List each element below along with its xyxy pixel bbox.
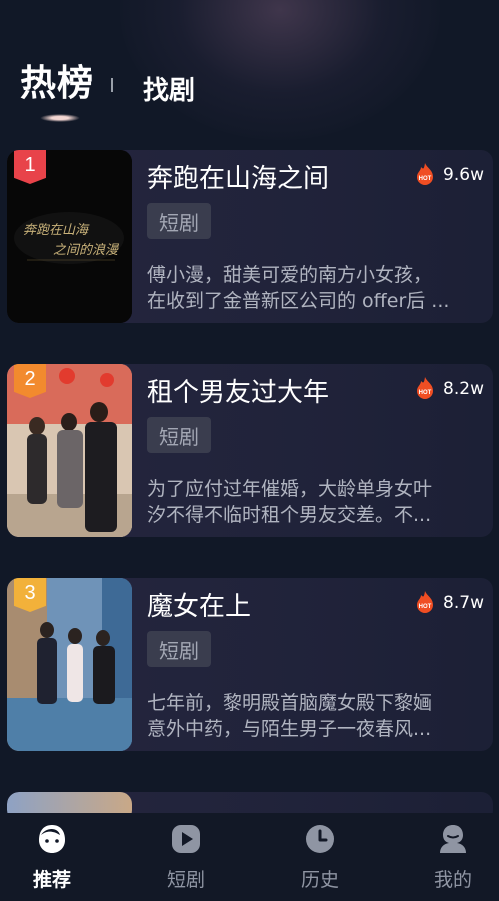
view-count: 9.6w xyxy=(443,165,484,185)
nav-label: 推荐 xyxy=(32,869,71,891)
hot-label: HOT xyxy=(419,176,432,182)
profile-icon xyxy=(440,825,466,853)
drama-description: 为了应付过年催婚，大龄单身女叶 汐不得不临时租个男友交差。不... xyxy=(147,476,479,528)
nav-label: 短剧 xyxy=(166,869,205,891)
poster-title-line2: 之间的浪漫 xyxy=(53,242,120,258)
rank-badge: 1 xyxy=(14,150,46,184)
hot-indicator: HOT 8.2w xyxy=(413,376,484,402)
list-item[interactable]: 3 魔女在上 HOT 8.7w 短剧 七年前，黎明殿首脑魔女殿下黎婳 意外中药，… xyxy=(7,578,493,751)
description-line: 七年前，黎明殿首脑魔女殿下黎婳 xyxy=(147,692,433,714)
description-line: 傅小漫，甜美可爱的南方小女孩， xyxy=(147,264,433,286)
rank-badge: 2 xyxy=(14,364,46,398)
home-face-icon xyxy=(39,825,65,853)
clock-icon xyxy=(306,825,334,853)
drama-description: 傅小漫，甜美可爱的南方小女孩， 在收到了金普新区公司的 offer后 ... xyxy=(147,262,479,314)
nav-item-recommend[interactable]: 推荐 xyxy=(12,813,92,901)
description-line: 为了应付过年催婚，大龄单身女叶 xyxy=(147,478,433,500)
list-item[interactable]: 2 租个男友过大年 HOT 8.2w 短剧 为了应付过年催婚，大龄单身女叶 汐不… xyxy=(7,364,493,537)
nav-item-history[interactable]: 历史 xyxy=(280,813,360,901)
fire-icon: HOT xyxy=(417,591,434,613)
drama-title: 租个男友过大年 xyxy=(147,378,330,408)
play-icon xyxy=(172,825,200,853)
list-item[interactable]: 奔跑在山海 之间的浪漫 1 奔跑在山海之间 HOT 9.6w 短剧 傅小漫，甜美… xyxy=(7,150,493,323)
view-count: 8.2w xyxy=(443,379,484,399)
nav-label: 历史 xyxy=(300,869,339,891)
genre-tag: 短剧 xyxy=(147,203,211,239)
fire-icon: HOT xyxy=(417,163,434,185)
nav-item-drama[interactable]: 短剧 xyxy=(146,813,226,901)
description-line: 汐不得不临时租个男友交差。不... xyxy=(147,504,432,526)
bottom-navigation: 推荐 短剧 历史 我的 xyxy=(0,813,499,901)
active-tab-indicator xyxy=(40,114,80,122)
tab-find-drama[interactable]: 找剧 xyxy=(143,70,195,107)
hot-indicator: HOT 8.7w xyxy=(413,590,484,616)
genre-tag: 短剧 xyxy=(147,631,211,667)
view-count: 8.7w xyxy=(443,593,484,613)
top-tabs: 热榜 找剧 xyxy=(20,54,480,122)
drama-title: 魔女在上 xyxy=(147,592,252,622)
tab-hot-list[interactable]: 热榜 xyxy=(20,54,94,106)
poster-title-line1: 奔跑在山海 xyxy=(23,223,90,238)
nav-label: 我的 xyxy=(433,869,472,891)
drama-description: 七年前，黎明殿首脑魔女殿下黎婳 意外中药，与陌生男子一夜春风... xyxy=(147,690,479,742)
genre-tag: 短剧 xyxy=(147,417,211,453)
fire-icon: HOT xyxy=(417,377,434,399)
description-line: 意外中药，与陌生男子一夜春风... xyxy=(147,718,432,740)
nav-item-profile[interactable]: 我的 xyxy=(413,813,493,901)
hot-label: HOT xyxy=(419,390,432,396)
rank-badge: 3 xyxy=(14,578,46,612)
hot-label: HOT xyxy=(419,604,432,610)
drama-title: 奔跑在山海之间 xyxy=(147,164,330,194)
description-line: 在收到了金普新区公司的 offer后 ... xyxy=(147,290,450,312)
tab-divider xyxy=(111,78,113,92)
hot-indicator: HOT 9.6w xyxy=(413,162,484,188)
